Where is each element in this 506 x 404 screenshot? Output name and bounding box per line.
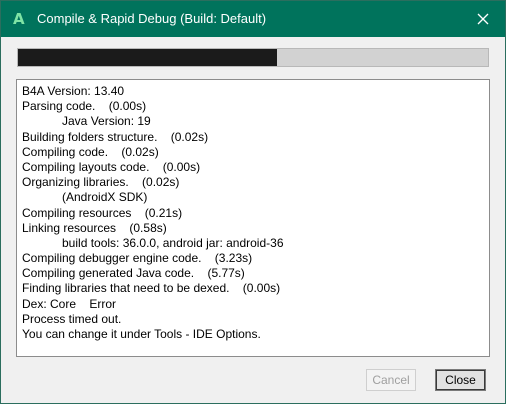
log-line: Parsing code. (0.00s) bbox=[22, 99, 147, 114]
log-line: Finding libraries that need to be dexed.… bbox=[22, 281, 281, 296]
log-line: Dex: Core Error bbox=[22, 296, 117, 311]
close-icon[interactable] bbox=[471, 7, 495, 31]
log-line: Process timed out. bbox=[22, 311, 122, 326]
log-line: Compiling debugger engine code. (3.23s) bbox=[22, 251, 253, 266]
log-line: (AndroidX SDK) bbox=[22, 190, 148, 205]
b4a-app-icon: A bbox=[13, 10, 25, 28]
log-line: B4A Version: 13.40 bbox=[22, 84, 125, 98]
log-line: Organizing libraries. (0.02s) bbox=[22, 175, 180, 190]
log-line: Compiling code. (0.02s) bbox=[22, 144, 159, 159]
log-line: You can change it under Tools - IDE Opti… bbox=[22, 327, 261, 341]
log-line: build tools: 36.0.0, android jar: androi… bbox=[22, 235, 284, 250]
log-line: Compiling resources (0.21s) bbox=[22, 205, 183, 220]
compile-log[interactable]: B4A Version: 13.40 Parsing code. (0.00s) … bbox=[16, 79, 490, 357]
compile-dialog: A Compile & Rapid Debug (Build: Default)… bbox=[0, 0, 506, 404]
cancel-button[interactable]: Cancel bbox=[366, 369, 416, 391]
window-title: Compile & Rapid Debug (Build: Default) bbox=[37, 11, 267, 26]
log-line: Compiling layouts code. (0.00s) bbox=[22, 159, 201, 174]
progress-fill bbox=[18, 49, 277, 66]
log-line: Linking resources (0.58s) bbox=[22, 220, 167, 235]
log-line: Building folders structure. (0.02s) bbox=[22, 129, 209, 144]
log-line: Java Version: 19 bbox=[22, 114, 151, 129]
log-line: Compiling generated Java code. (5.77s) bbox=[22, 266, 245, 281]
close-button[interactable]: Close bbox=[435, 369, 486, 391]
progress-bar bbox=[17, 48, 489, 67]
title-bar: A Compile & Rapid Debug (Build: Default) bbox=[1, 1, 505, 37]
